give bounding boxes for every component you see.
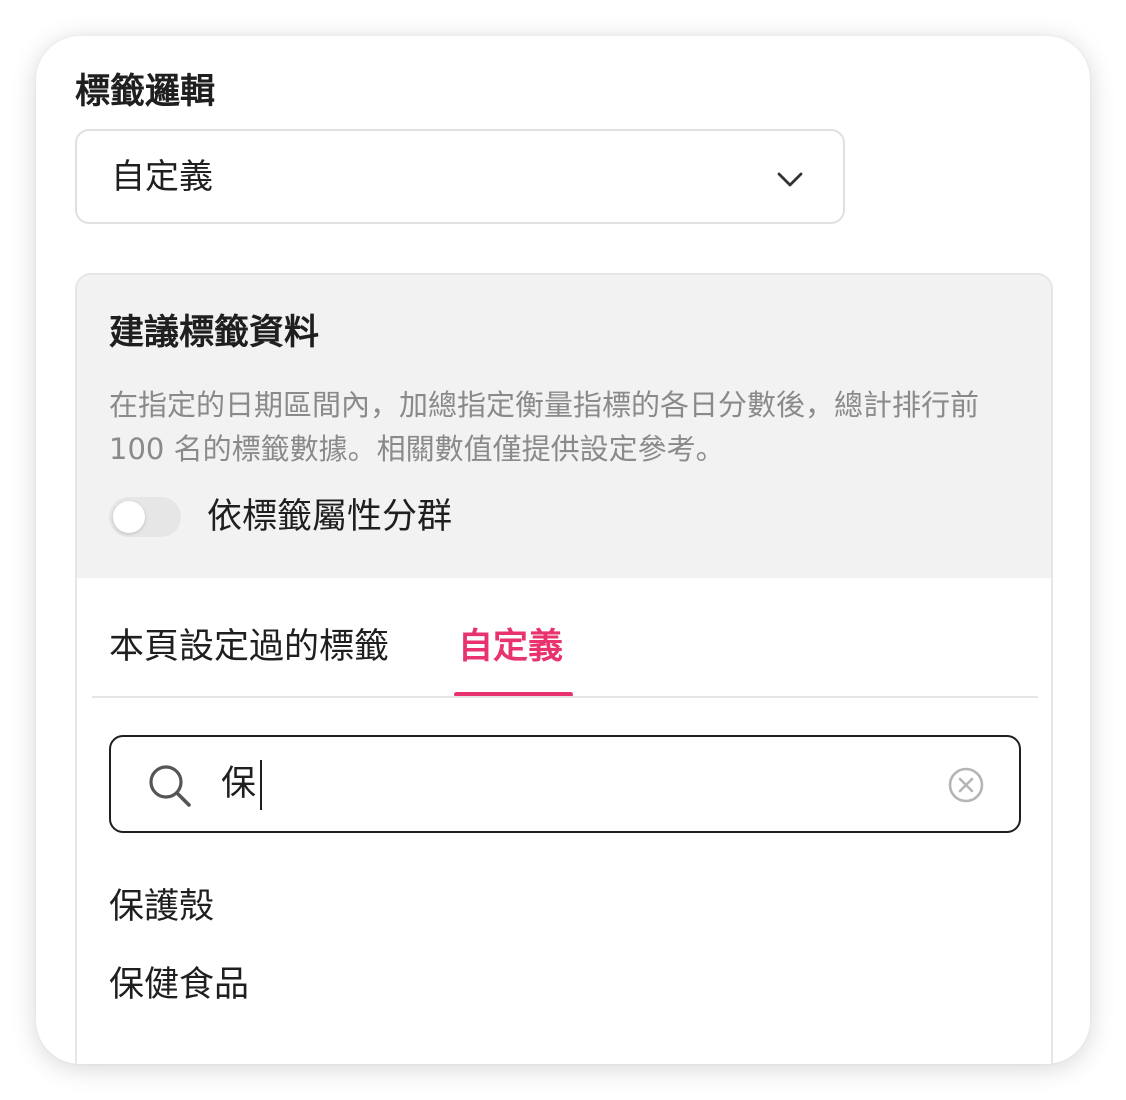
settings-card: 標籤邏輯 自定義 建議標籤資料 在指定的日期區間內，加總指定衡量指標的各日分數後… (36, 36, 1090, 1064)
tag-logic-select[interactable]: 自定義 (75, 129, 845, 224)
suggested-tags-title: 建議標籤資料 (109, 313, 320, 353)
toggle-knob (113, 501, 145, 533)
chevron-down-icon (777, 172, 803, 187)
text-cursor (260, 760, 262, 810)
suggested-tags-header: 建議標籤資料 在指定的日期區間內，加總指定衡量指標的各日分數後，總計排行前 10… (77, 275, 1051, 578)
search-input-value: 保 (221, 764, 257, 804)
suggested-tags-panel: 建議標籤資料 在指定的日期區間內，加總指定衡量指標的各日分數後，總計排行前 10… (75, 273, 1053, 1064)
tab-page-tags[interactable]: 本頁設定過的標籤 (109, 625, 389, 669)
tab-divider (92, 696, 1038, 698)
tag-search-input[interactable]: 保 (109, 735, 1021, 833)
tab-custom[interactable]: 自定義 (458, 625, 563, 669)
clear-circle-icon[interactable] (947, 766, 985, 804)
suggested-tags-description: 在指定的日期區間內，加總指定衡量指標的各日分數後，總計排行前 100 名的標籤數… (109, 388, 980, 466)
search-icon (149, 765, 191, 807)
search-result-item[interactable]: 保健食品 (109, 963, 249, 1007)
tag-logic-select-value: 自定義 (111, 157, 213, 197)
tag-logic-label: 標籤邏輯 (75, 72, 216, 112)
group-by-attribute-label: 依標籤屬性分群 (207, 497, 453, 537)
group-by-attribute-toggle[interactable] (109, 497, 181, 537)
search-result-item[interactable]: 保護殼 (109, 885, 214, 929)
